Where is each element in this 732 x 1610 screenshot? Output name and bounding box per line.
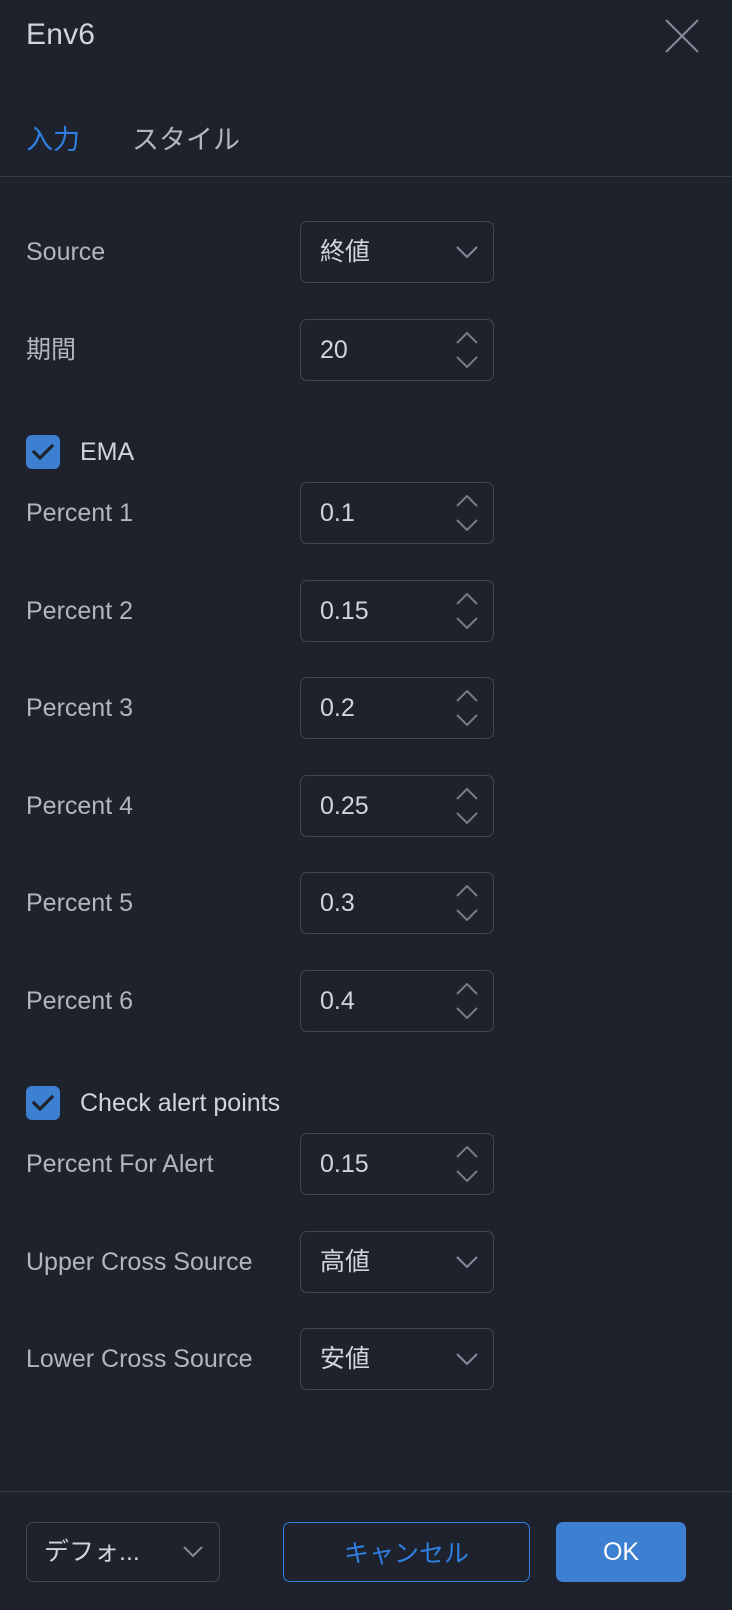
percent-1-increment-button[interactable] [456, 494, 478, 509]
percent-for-alert-input-value: 0.15 [320, 1150, 369, 1178]
percent-2-input-value: 0.15 [320, 597, 369, 625]
percent-5-decrement-button[interactable] [456, 908, 478, 923]
row-percent-5: Percent 5 0.3 [0, 872, 732, 934]
upper-cross-source-select[interactable]: 高値 [300, 1231, 494, 1293]
label-percent-1: Percent 1 [26, 499, 134, 527]
tab-style[interactable]: スタイル [132, 120, 292, 160]
upper-cross-source-select-value: 高値 [320, 1248, 371, 1276]
lower-cross-source-select-value: 安値 [320, 1345, 371, 1373]
percent-4-input[interactable]: 0.25 [300, 775, 494, 837]
percent-for-alert-decrement-button[interactable] [456, 1169, 478, 1184]
dialog-body: Source 終値 期間 20 EMA Percent 1 0.1 Percen… [0, 177, 732, 1491]
chevron-down-icon [441, 245, 493, 259]
label-upper-cross-source: Upper Cross Source [26, 1248, 253, 1276]
label-percent-3: Percent 3 [26, 694, 134, 722]
spinner-icon [441, 776, 493, 836]
ema-checkbox[interactable] [26, 435, 60, 469]
label-percent-4: Percent 4 [26, 792, 134, 820]
percent-2-increment-button[interactable] [456, 592, 478, 607]
label-percent-for-alert: Percent For Alert [26, 1150, 214, 1178]
percent-4-increment-button[interactable] [456, 787, 478, 802]
row-lower-cross-source: Lower Cross Source 安値 [0, 1328, 732, 1390]
percent-3-input[interactable]: 0.2 [300, 677, 494, 739]
spinner-icon [441, 1134, 493, 1194]
length-input[interactable]: 20 [300, 319, 494, 381]
percent-6-input-value: 0.4 [320, 987, 355, 1015]
percent-6-increment-button[interactable] [456, 982, 478, 997]
percent-3-input-value: 0.2 [320, 694, 355, 722]
dialog-header: Env6 [0, 0, 732, 104]
dialog-footer: デフォ... キャンセル OK [0, 1492, 732, 1610]
percent-3-increment-button[interactable] [456, 689, 478, 704]
lower-cross-source-select[interactable]: 安値 [300, 1328, 494, 1390]
percent-5-increment-button[interactable] [456, 884, 478, 899]
percent-5-input-value: 0.3 [320, 889, 355, 917]
percent-6-decrement-button[interactable] [456, 1006, 478, 1021]
check-alert-points-label[interactable]: Check alert points [80, 1086, 280, 1120]
chevron-down-icon [441, 1352, 493, 1366]
percent-for-alert-increment-button[interactable] [456, 1145, 478, 1160]
row-check-alert-points: Check alert points [0, 1081, 732, 1125]
source-select[interactable]: 終値 [300, 221, 494, 283]
label-percent-6: Percent 6 [26, 987, 134, 1015]
dialog-tabs: 入力 スタイル [0, 104, 732, 176]
percent-6-input[interactable]: 0.4 [300, 970, 494, 1032]
row-source: Source 終値 [0, 221, 732, 283]
label-source: Source [26, 238, 106, 266]
percent-4-input-value: 0.25 [320, 792, 369, 820]
ema-label[interactable]: EMA [80, 435, 134, 469]
defaults-select-value: デフォ... [44, 1538, 140, 1566]
percent-2-decrement-button[interactable] [456, 616, 478, 631]
spinner-icon [441, 678, 493, 738]
percent-1-input[interactable]: 0.1 [300, 482, 494, 544]
defaults-select[interactable]: デフォ... [26, 1522, 220, 1582]
percent-5-input[interactable]: 0.3 [300, 872, 494, 934]
row-length: 期間 20 [0, 319, 732, 381]
spinner-icon [441, 320, 493, 380]
row-ema: EMA [0, 430, 732, 474]
dialog-title: Env6 [26, 18, 96, 51]
spinner-icon [441, 483, 493, 543]
percent-for-alert-input[interactable]: 0.15 [300, 1133, 494, 1195]
percent-4-decrement-button[interactable] [456, 811, 478, 826]
length-increment-button[interactable] [456, 331, 478, 346]
tab-inputs[interactable]: 入力 [26, 120, 132, 160]
label-lower-cross-source: Lower Cross Source [26, 1345, 253, 1373]
label-length: 期間 [26, 336, 77, 364]
close-icon[interactable] [656, 10, 708, 62]
cancel-button[interactable]: キャンセル [283, 1522, 530, 1582]
row-percent-1: Percent 1 0.1 [0, 482, 732, 544]
row-upper-cross-source: Upper Cross Source 高値 [0, 1231, 732, 1293]
label-percent-5: Percent 5 [26, 889, 134, 917]
source-select-value: 終値 [320, 238, 371, 266]
length-input-value: 20 [320, 336, 348, 364]
ok-button[interactable]: OK [556, 1522, 686, 1582]
spinner-icon [441, 873, 493, 933]
row-percent-6: Percent 6 0.4 [0, 970, 732, 1032]
spinner-icon [441, 971, 493, 1031]
percent-2-input[interactable]: 0.15 [300, 580, 494, 642]
indicator-settings-dialog: Env6 入力 スタイル Source 終値 期間 20 EMA Percent… [0, 0, 732, 1610]
percent-3-decrement-button[interactable] [456, 713, 478, 728]
chevron-down-icon [441, 1255, 493, 1269]
check-alert-points-checkbox[interactable] [26, 1086, 60, 1120]
row-percent-4: Percent 4 0.25 [0, 775, 732, 837]
row-percent-2: Percent 2 0.15 [0, 580, 732, 642]
percent-1-input-value: 0.1 [320, 499, 355, 527]
label-percent-2: Percent 2 [26, 597, 134, 625]
length-decrement-button[interactable] [456, 355, 478, 370]
row-percent-for-alert: Percent For Alert 0.15 [0, 1133, 732, 1195]
chevron-down-icon [167, 1546, 219, 1558]
spinner-icon [441, 581, 493, 641]
row-percent-3: Percent 3 0.2 [0, 677, 732, 739]
percent-1-decrement-button[interactable] [456, 518, 478, 533]
